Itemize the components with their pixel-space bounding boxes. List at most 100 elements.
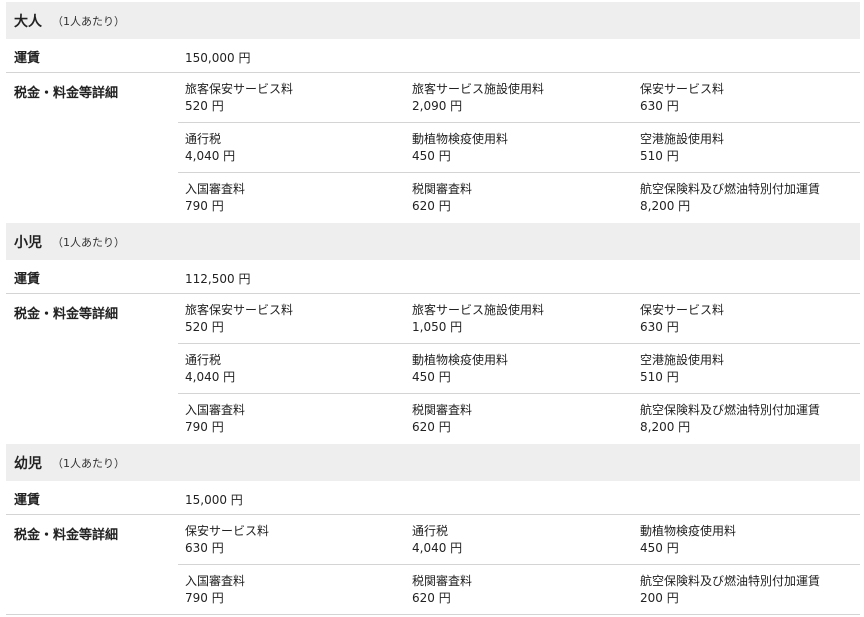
fee-name: 通行税 [185, 132, 222, 146]
fee-item: 保安サービス料 630 円 [640, 302, 724, 336]
fare-label: 運賃 [14, 51, 41, 66]
fee-amount: 8,200 円 [640, 420, 691, 434]
section-title: 大人 [14, 13, 42, 30]
fee-name: 税関審査料 [412, 574, 473, 588]
fee-item: 旅客保安サービス料 520 円 [185, 302, 293, 336]
divider [178, 343, 860, 344]
tax-label: 税金・料金等詳細 [14, 86, 119, 101]
fee-name: 動植物検疫使用料 [640, 524, 737, 538]
fee-item: 通行税 4,040 円 [412, 523, 462, 557]
fee-name: 航空保険料及び燃油特別付加運賃 [640, 574, 821, 588]
fare-value: 112,500 円 [185, 272, 251, 286]
divider [6, 614, 860, 615]
fee-name: 空港施設使用料 [640, 353, 725, 367]
fee-name: 保安サービス料 [640, 82, 725, 96]
fee-name: 旅客サービス施設使用料 [412, 303, 545, 317]
fee-item: 入国審査料 790 円 [185, 402, 245, 436]
fare-value: 15,000 円 [185, 493, 243, 507]
fee-amount: 620 円 [412, 591, 451, 605]
divider [178, 564, 860, 565]
fee-amount: 510 円 [640, 370, 679, 384]
divider [178, 172, 860, 173]
fee-item: 旅客サービス施設使用料 1,050 円 [412, 302, 544, 336]
fee-name: 保安サービス料 [185, 524, 270, 538]
fee-item: 動植物検疫使用料 450 円 [640, 523, 736, 557]
fee-item: 税関審査料 620 円 [412, 402, 472, 436]
fee-name: 税関審査料 [412, 403, 473, 417]
fee-item: 動植物検疫使用料 450 円 [412, 352, 508, 386]
fare-label: 運賃 [14, 493, 41, 508]
fee-item: 入国審査料 790 円 [185, 573, 245, 607]
fee-name: 入国審査料 [185, 182, 246, 196]
section-header-adult: 大人 （1人あたり） [6, 2, 860, 39]
fee-item: 旅客サービス施設使用料 2,090 円 [412, 81, 544, 115]
fee-name: 旅客保安サービス料 [185, 82, 294, 96]
fee-amount: 620 円 [412, 199, 451, 213]
fee-name: 旅客保安サービス料 [185, 303, 294, 317]
fee-name: 入国審査料 [185, 574, 246, 588]
fee-amount: 1,050 円 [412, 320, 463, 334]
divider [178, 393, 860, 394]
fee-name: 航空保険料及び燃油特別付加運賃 [640, 403, 821, 417]
section-note: （1人あたり） [52, 235, 125, 249]
divider [178, 122, 860, 123]
fee-name: 航空保険料及び燃油特別付加運賃 [640, 182, 821, 196]
fee-item: 通行税 4,040 円 [185, 352, 235, 386]
fee-name: 保安サービス料 [640, 303, 725, 317]
fee-amount: 4,040 円 [185, 370, 236, 384]
fare-value: 150,000 円 [185, 51, 251, 65]
fee-name: 動植物検疫使用料 [412, 353, 509, 367]
fee-amount: 630 円 [640, 320, 679, 334]
fee-item: 航空保険料及び燃油特別付加運賃 200 円 [640, 573, 820, 607]
section-header-infant: 幼児 （1人あたり） [6, 444, 860, 481]
fee-item: 税関審査料 620 円 [412, 573, 472, 607]
section-note: （1人あたり） [52, 456, 125, 470]
tax-label: 税金・料金等詳細 [14, 528, 119, 543]
section-header-child: 小児 （1人あたり） [6, 223, 860, 260]
fee-item: 入国審査料 790 円 [185, 181, 245, 215]
fee-amount: 200 円 [640, 591, 679, 605]
section-title: 小児 [14, 234, 42, 251]
fare-label: 運賃 [14, 272, 41, 287]
fee-item: 通行税 4,040 円 [185, 131, 235, 165]
divider [6, 293, 860, 294]
fee-item: 航空保険料及び燃油特別付加運賃 8,200 円 [640, 181, 820, 215]
fee-name: 空港施設使用料 [640, 132, 725, 146]
fee-item: 航空保険料及び燃油特別付加運賃 8,200 円 [640, 402, 820, 436]
fee-name: 旅客サービス施設使用料 [412, 82, 545, 96]
fee-amount: 620 円 [412, 420, 451, 434]
fee-amount: 2,090 円 [412, 99, 463, 113]
fee-amount: 4,040 円 [412, 541, 463, 555]
fee-item: 旅客保安サービス料 520 円 [185, 81, 293, 115]
fee-amount: 790 円 [185, 199, 224, 213]
fee-item: 空港施設使用料 510 円 [640, 352, 724, 386]
fee-amount: 520 円 [185, 320, 224, 334]
fee-amount: 510 円 [640, 149, 679, 163]
fee-amount: 630 円 [640, 99, 679, 113]
fee-amount: 790 円 [185, 591, 224, 605]
section-title: 幼児 [14, 455, 42, 472]
fee-amount: 450 円 [640, 541, 679, 555]
fee-item: 保安サービス料 630 円 [185, 523, 269, 557]
fee-name: 税関審査料 [412, 182, 473, 196]
fare-breakdown: 大人 （1人あたり） 運賃 150,000 円 税金・料金等詳細 旅客保安サービ… [0, 0, 864, 617]
tax-label: 税金・料金等詳細 [14, 307, 119, 322]
divider [6, 72, 860, 73]
fee-amount: 450 円 [412, 370, 451, 384]
divider [6, 514, 860, 515]
fee-item: 動植物検疫使用料 450 円 [412, 131, 508, 165]
fee-item: 税関審査料 620 円 [412, 181, 472, 215]
fee-amount: 630 円 [185, 541, 224, 555]
fee-amount: 790 円 [185, 420, 224, 434]
fee-amount: 450 円 [412, 149, 451, 163]
fee-name: 動植物検疫使用料 [412, 132, 509, 146]
fee-amount: 4,040 円 [185, 149, 236, 163]
fee-item: 保安サービス料 630 円 [640, 81, 724, 115]
fee-name: 通行税 [185, 353, 222, 367]
fee-amount: 520 円 [185, 99, 224, 113]
fee-amount: 8,200 円 [640, 199, 691, 213]
fee-name: 入国審査料 [185, 403, 246, 417]
section-note: （1人あたり） [52, 14, 125, 28]
fee-item: 空港施設使用料 510 円 [640, 131, 724, 165]
fee-name: 通行税 [412, 524, 449, 538]
